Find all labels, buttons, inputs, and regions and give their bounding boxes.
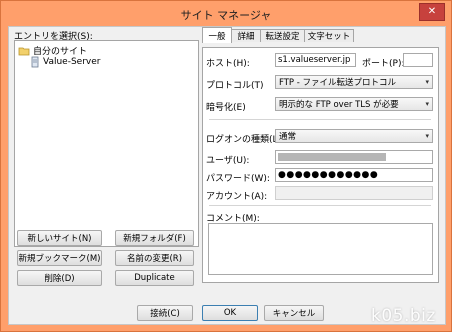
tab-general[interactable]: 一般 [202,27,232,43]
cancel-button[interactable]: キャンセル [264,305,324,321]
password-label: パスワード(W): [206,174,270,184]
account-input [275,186,433,200]
tab-advanced[interactable]: 詳細 [231,29,261,42]
divider [209,205,431,206]
host-label: ホスト(H): [206,59,250,69]
tab-transfer-settings[interactable]: 転送設定 [260,29,305,42]
connect-button[interactable]: 接続(C) [137,305,193,321]
new-folder-button[interactable]: 新規フォルダ(F) [115,230,194,246]
ok-button[interactable]: OK [202,305,258,321]
site-tree[interactable]: 自分のサイト Value-Server [14,40,199,247]
protocol-select[interactable]: FTP - ファイル転送プロトコル ▾ [275,75,433,89]
user-redaction [278,153,386,161]
duplicate-button[interactable]: Duplicate [115,270,194,286]
new-bookmark-button[interactable]: 新規ブックマーク(M) [17,250,102,266]
logon-type-value: 通常 [279,132,297,142]
tab-charset[interactable]: 文字セット [304,29,354,42]
user-input[interactable] [275,150,433,164]
protocol-label: プロトコル(T) [206,81,264,91]
chevron-down-icon: ▾ [425,132,429,140]
tree-item-label: Value-Server [43,57,101,67]
site-manager-window: サイト マネージャ ✕ エントリを選択(S): 自分のサイト Value-Ser… [0,0,452,332]
comment-textarea[interactable] [208,223,433,275]
host-input[interactable]: s1.valueserver.jp [275,53,356,67]
password-input[interactable]: ●●●●●●●●●●●● [275,168,433,182]
divider [209,119,431,120]
server-icon [31,56,39,68]
encryption-label: 暗号化(E) [206,103,246,113]
encryption-select[interactable]: 明示的な FTP over TLS が必要 ▾ [275,97,433,111]
dialog-client-area: エントリを選択(S): 自分のサイト Value-Server 新しいサイト(N… [8,26,446,325]
close-button[interactable]: ✕ [419,3,445,21]
encryption-value: 明示的な FTP over TLS が必要 [279,100,399,110]
title-bar[interactable]: サイト マネージャ ✕ [1,1,451,27]
logon-type-label: ログオンの種類(L): [206,135,285,145]
tree-item-value-server[interactable]: Value-Server [30,56,100,68]
port-label: ポート(P): [362,59,405,69]
chevron-down-icon: ▾ [425,100,429,108]
user-label: ユーザ(U): [206,156,250,166]
watermark: k05.biz [371,306,436,326]
protocol-value: FTP - ファイル転送プロトコル [279,78,397,88]
folder-icon [18,47,30,55]
close-icon: ✕ [427,6,437,17]
window-title: サイト マネージャ [180,9,272,22]
general-panel: ホスト(H): s1.valueserver.jp ポート(P): プロトコル(… [202,47,439,283]
rename-button[interactable]: 名前の変更(R) [115,250,194,266]
new-site-button[interactable]: 新しいサイト(N) [17,230,102,246]
delete-button[interactable]: 削除(D) [17,270,102,286]
account-label: アカウント(A): [206,192,268,202]
password-value: ●●●●●●●●●●●● [278,170,379,180]
port-input[interactable] [403,53,433,67]
chevron-down-icon: ▾ [425,78,429,86]
logon-type-select[interactable]: 通常 ▾ [275,129,433,143]
